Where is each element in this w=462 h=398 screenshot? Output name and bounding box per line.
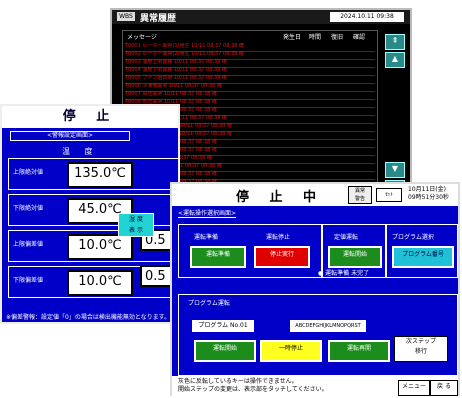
footer-message-1: 灰色に反転しているキーは操作できません。 [178,378,298,385]
front-header: 停 止 中 異常 警告 ｾｯﾄ 10月11日(金) 09時51分30秒 [172,184,458,206]
history-tag: WBS [117,12,135,21]
upper-absolute-value[interactable]: 135.0℃ [67,162,133,188]
program-number-button[interactable]: プログラム番号 [392,246,454,268]
col-confirm: 確認 [353,34,366,41]
footer-message-2: 開始ステップの変更は、表示部をタッチしてください。 [178,386,328,393]
scroll-up-icon[interactable]: ▲ [385,52,405,68]
page-up-icon[interactable]: ⇞ [385,34,405,50]
menu-button[interactable]: メニュー [398,380,430,396]
prep-incomplete-note: ● 運転準備 未完了 [318,270,370,277]
program-name-field[interactable]: プログラム No.01 [192,320,254,332]
upper-absolute-row: 上限絶対値 135.0℃ [8,158,180,190]
prep-button[interactable]: 運転準備 [190,246,246,268]
col-message: メッセージ [127,34,157,41]
history-header: メッセージ 発生日 時間 復旧 確認 [123,31,377,41]
lower-absolute-row: 下限絶対値 45.0℃ [8,194,180,226]
history-scrollbar: ⇞ ▲ ▼ ⇟ [382,30,406,202]
humidity-display-button[interactable]: 湿 度 表 示 [118,213,154,237]
upper-absolute-label: 上限絶対値 [13,169,44,176]
history-title: 異常履歴 [140,14,177,24]
history-datetime: 2024.10.11 09:38 [330,12,404,22]
program-run-label: プログラム運転 [188,300,230,307]
resume-button[interactable]: 運転再開 [328,340,390,362]
back-button[interactable]: 戻 る [430,380,458,396]
deviation-note: ※偏差警報：設定値「0」の場合は検出機能無効となります。 [6,314,171,321]
program-start-button[interactable]: 運転開始 [194,340,256,362]
col-recover: 復旧 [331,34,344,41]
upper-deviation-label: 上限偏差値 [13,241,44,248]
pause-button[interactable]: 一時停止 [260,340,322,362]
program-code-field: ABCDEFGHIJKLMNOPQRST [290,320,366,332]
operation-select-screen: 停 止 中 異常 警告 ｾｯﾄ 10月11日(金) 09時51分30秒 <運転操… [170,182,460,396]
history-titlebar: WBS 異常履歴 2024.10.11 09:38 [112,10,410,24]
set-button[interactable]: ｾｯﾄ [376,188,402,202]
lower-deviation-label: 下限偏差値 [13,277,44,284]
front-datetime: 10月11日(金) 09時51分30秒 [408,186,449,201]
constant-run-start-button[interactable]: 運転開始 [328,246,382,268]
lower-deviation-value[interactable]: 10.0℃ [67,270,133,296]
next-step-button[interactable]: 次ステップ 移行 [394,336,448,362]
stop-label: 運転停止 [266,234,291,241]
temp-column-header: 温 度 [62,147,99,156]
left-subtitle: <警報設定画面> [10,131,130,141]
front-status: 停 止 中 [236,190,325,205]
program-select-label: プログラム選択 [392,234,434,241]
alarm-warning-button[interactable]: 異常 警告 [348,186,372,204]
upper-deviation-value[interactable]: 10.0℃ [67,234,133,260]
prep-label: 運転準備 [194,234,219,241]
lower-absolute-label: 下限絶対値 [13,205,44,212]
front-subtitle: <運転操作選択画面> [178,210,237,218]
stop-execute-button[interactable]: 停止実行 [254,246,310,268]
constant-run-label: 定値運転 [334,234,359,241]
scroll-down-icon[interactable]: ▼ [385,162,405,178]
footer-message: 灰色に反転しているキーは操作できません。 開始ステップの変更は、表示部をタッチし… [178,378,328,394]
col-date: 発生日 [283,34,302,41]
left-status: 停 止 [2,106,178,128]
col-time: 時間 [309,34,322,41]
